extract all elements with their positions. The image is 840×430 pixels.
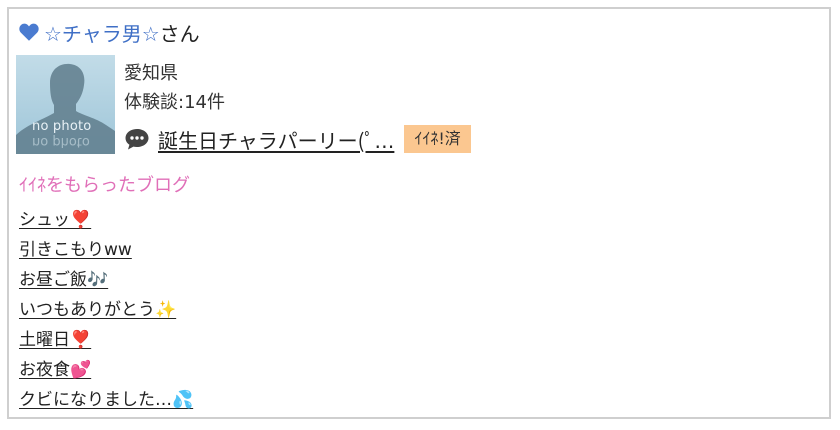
list-item: いつもありがとう✨ bbox=[19, 295, 193, 325]
heart-icon bbox=[18, 21, 40, 43]
user-name-link[interactable]: ☆チャラ男☆ bbox=[44, 18, 160, 47]
list-item: 土曜日❣️ bbox=[19, 325, 193, 355]
speech-bubble-icon bbox=[124, 127, 150, 151]
blog-link[interactable]: 引きこもりww bbox=[19, 240, 132, 260]
blog-list: シュッ❣️ 引きこもりww お昼ご飯🎶 いつもありがとう✨ 土曜日❣️ お夜食💕… bbox=[19, 205, 193, 415]
user-header[interactable]: ☆チャラ男☆ さん bbox=[18, 17, 200, 47]
avatar[interactable]: no photo no photo bbox=[16, 55, 115, 154]
location-text: 愛知県 bbox=[124, 63, 178, 84]
post-title-link[interactable]: 誕生日チャラパーリー(ﾟ… bbox=[158, 125, 394, 154]
avatar-caption-reflection: no photo bbox=[32, 134, 90, 149]
list-item: シュッ❣️ bbox=[19, 205, 193, 235]
like-status-badge: ｲｲﾈ!済 bbox=[404, 125, 471, 153]
section-title: ｲｲﾈをもらったブログ bbox=[19, 175, 190, 196]
blog-link[interactable]: お夜食💕 bbox=[19, 360, 91, 380]
blog-link[interactable]: シュッ❣️ bbox=[19, 210, 91, 230]
list-item: 引きこもりww bbox=[19, 235, 193, 265]
blog-link[interactable]: いつもありがとう✨ bbox=[19, 300, 176, 320]
profile-info: 愛知県 体験談:14件 bbox=[124, 59, 225, 117]
user-card: ☆チャラ男☆ さん no photo no photo 愛知県 体験談:14件 … bbox=[7, 7, 831, 419]
experience-count: 体験談:14件 bbox=[124, 92, 225, 113]
avatar-caption: no photo bbox=[32, 119, 92, 134]
user-honorific: さん bbox=[159, 21, 200, 46]
latest-post: 誕生日チャラパーリー(ﾟ… ｲｲﾈ!済 bbox=[124, 122, 471, 156]
blog-link[interactable]: お昼ご飯🎶 bbox=[19, 270, 108, 290]
blog-link[interactable]: クビになりました…💦 bbox=[19, 390, 193, 410]
list-item: お夜食💕 bbox=[19, 355, 193, 385]
list-item: お昼ご飯🎶 bbox=[19, 265, 193, 295]
blog-link[interactable]: 土曜日❣️ bbox=[19, 330, 91, 350]
list-item: クビになりました…💦 bbox=[19, 385, 193, 415]
